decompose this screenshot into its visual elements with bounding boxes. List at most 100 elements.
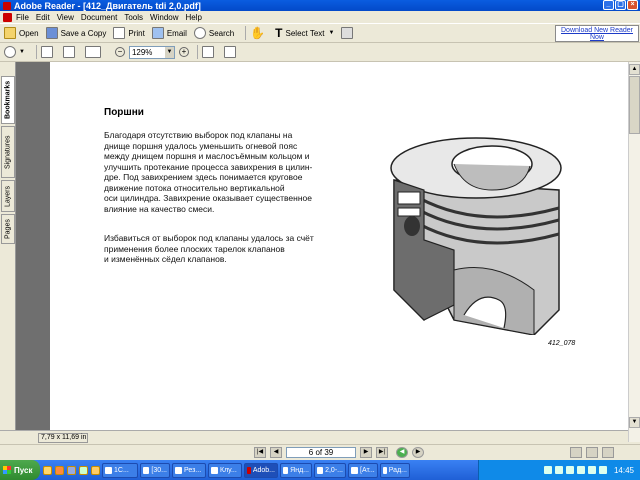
zoom-tool-button[interactable]: ▼ [4,44,25,60]
task-button[interactable]: Рад... [380,462,410,478]
fit-page-icon [62,46,75,58]
previous-view-icon[interactable]: ◀ [396,447,408,458]
tray-icon[interactable] [587,466,596,474]
fit-page-button[interactable] [62,44,78,60]
zoom-field[interactable]: 129% ▼ [128,45,175,59]
volume-icon[interactable] [598,466,607,474]
chevron-down-icon[interactable]: ▼ [19,49,25,55]
task-label: Рез... [184,466,202,474]
search-button[interactable]: Search [193,25,234,41]
paragraph-1: Благодаря отсутствию выборок под клапаны… [104,130,354,214]
save-copy-button[interactable]: Save a Copy [45,25,106,41]
quicklaunch-icon[interactable] [79,465,88,475]
task-label: [Ат... [360,466,375,474]
scroll-down-icon[interactable]: ▼ [629,417,640,428]
start-button[interactable]: Пуск [0,460,40,480]
chevron-down-icon[interactable]: ▼ [164,46,174,58]
chevron-down-icon[interactable]: ▼ [329,30,335,36]
page-navigation-bar: |◀ ◀ 6 of 39 ▶ ▶| ◀ ▶ [0,444,640,460]
tab-bookmarks[interactable]: Bookmarks [1,76,15,124]
task-label: 2,0-... [325,466,343,474]
menu-help[interactable]: Help [186,13,202,22]
scroll-up-icon[interactable]: ▲ [629,64,640,75]
open-label: Open [19,28,39,38]
rotate-ccw-button[interactable] [201,44,217,60]
task-label: Рад... [388,466,407,474]
app-icon [175,466,182,474]
print-button[interactable]: Print [113,25,145,41]
zoom-out-button[interactable]: − [114,47,125,57]
text-line: между днищем поршня и маслосъёмным кольц… [104,151,310,161]
task-button[interactable]: [Ат... [348,462,378,478]
clock[interactable]: 14:45 [614,466,634,475]
quicklaunch-icon[interactable] [55,465,64,475]
task-label: Янд... [290,466,309,474]
menu-file[interactable]: File [16,13,29,22]
close-button[interactable]: × [627,0,638,10]
file-toolbar: Open Save a Copy Print Email Search ✋ T … [0,23,640,43]
task-button[interactable]: 1С... [102,462,138,478]
menu-view[interactable]: View [57,13,74,22]
tab-layers[interactable]: Layers [1,180,15,212]
email-button[interactable]: Email [151,25,187,41]
vertical-scrollbar[interactable]: ▲ ▼ [628,62,640,442]
text-line: дре. Под завихрением здесь понимается кр… [104,172,303,182]
menu-window[interactable]: Window [150,13,178,22]
text-cursor-icon: T [275,26,283,40]
maximize-button[interactable]: ▢ [615,0,626,10]
quicklaunch-icon[interactable] [91,465,100,475]
tab-signatures[interactable]: Signatures [1,126,15,178]
hand-tool-button[interactable]: ✋ [250,25,268,41]
document-icon[interactable] [3,12,12,22]
next-view-icon[interactable]: ▶ [412,447,424,458]
document-pane[interactable]: Поршни Благодаря отсутствию выборок под … [16,62,628,430]
text-line: улучшить протекание процесса завихрения … [104,161,313,172]
task-button[interactable]: 2,0-... [314,462,346,478]
tray-icon[interactable] [543,466,552,474]
task-button[interactable]: Янд... [280,462,312,478]
title-bar: Adobe Reader - [412_Двигатель tdi 2,0.pd… [0,0,640,11]
zoom-in-button[interactable]: + [178,47,189,57]
tray-icon[interactable] [565,466,574,474]
task-button[interactable]: [30... [140,462,170,478]
tray-icon[interactable] [576,466,585,474]
single-page-layout-icon[interactable] [570,447,582,458]
tab-pages[interactable]: Pages [1,214,15,244]
snapshot-button[interactable] [341,25,356,41]
first-page-button[interactable]: |◀ [254,447,266,458]
menu-document[interactable]: Document [81,13,117,22]
search-icon [193,27,206,39]
menu-edit[interactable]: Edit [36,13,50,22]
previous-page-button[interactable]: ◀ [270,447,282,458]
last-page-button[interactable]: ▶| [376,447,388,458]
text-line: влияние на качество смеси. [104,203,215,214]
navigation-pane-tabs: Bookmarks Signatures Layers Pages [0,62,16,430]
quicklaunch-icon[interactable] [67,465,76,475]
text-line: Избавиться от выборок под клапаны удалос… [104,233,314,243]
task-button-adobe[interactable]: Adob... [244,462,278,478]
task-button[interactable]: Рез... [172,462,206,478]
scroll-thumb[interactable] [629,76,640,134]
windows-logo-icon [3,466,11,474]
minimize-button[interactable]: _ [603,0,614,10]
floppy-icon [45,27,58,39]
app-icon [105,466,112,474]
quicklaunch-icon[interactable] [43,465,52,475]
task-button[interactable]: Клу... [208,462,242,478]
text-line: и изменённых сёдел клапанов. [104,254,227,264]
fit-width-button[interactable] [84,44,104,60]
paragraph-2: Избавиться от выборок под клапаны удалос… [104,233,354,265]
page-number-field[interactable]: 6 of 39 [286,447,356,458]
facing-layout-icon[interactable] [602,447,614,458]
select-text-button[interactable]: T Select Text ▼ [275,25,334,41]
windows-taskbar: Пуск 1С... [30... Рез... Клу... Adob... … [0,460,640,480]
continuous-layout-icon[interactable] [586,447,598,458]
tray-icon[interactable] [554,466,563,474]
download-reader-link[interactable]: Download New Reader Now [555,25,639,42]
rotate-cw-button[interactable] [223,44,239,60]
actual-size-button[interactable] [40,44,56,60]
next-page-button[interactable]: ▶ [360,447,372,458]
camera-icon [341,27,354,39]
menu-tools[interactable]: Tools [124,13,143,22]
open-button[interactable]: Open [4,25,39,41]
